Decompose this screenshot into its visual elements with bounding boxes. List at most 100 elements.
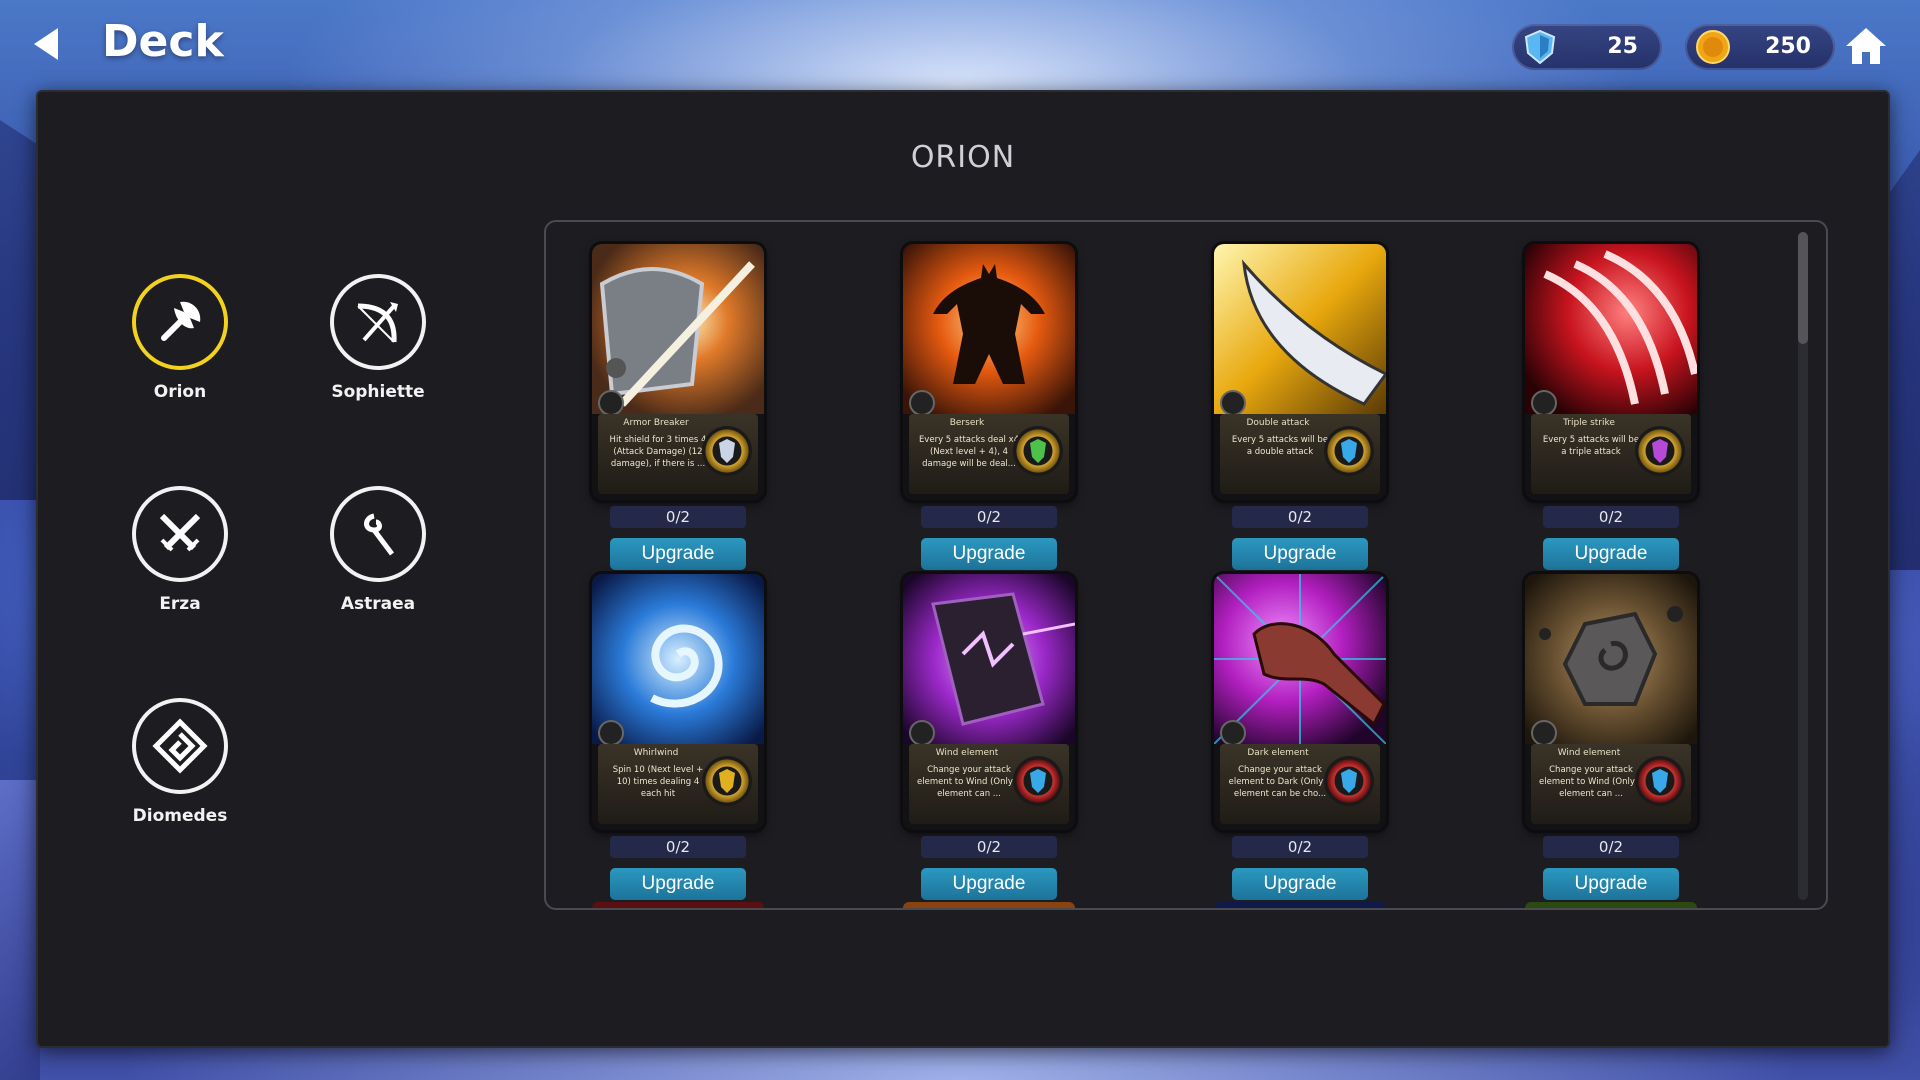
card-rank-icon [1531,390,1557,416]
coin-counter[interactable]: 250 [1685,24,1835,70]
upgrade-button[interactable]: Upgrade [1232,868,1368,900]
card-triple-strike[interactable]: Triple strike Every 5 attacks will be a … [1525,244,1697,500]
berserk-art [903,244,1075,414]
home-icon [1846,28,1886,64]
gem-counter[interactable]: 25 [1512,24,1662,70]
back-button[interactable] [28,24,64,64]
card-rank-icon [598,720,624,746]
card-description-box: Berserk Every 5 attacks deal x4 (Next le… [909,414,1069,494]
staff-icon [330,486,426,582]
hero-name: Sophiette [331,382,425,402]
hero-name: Diomedes [132,806,228,826]
crossed-swords-icon [132,486,228,582]
card-element-badge [1324,426,1374,476]
hero-name: Orion [153,382,207,402]
coin-amount: 250 [1765,34,1811,59]
deck-panel: ORION Orion Sophiette Erza Astraea Diome… [36,90,1890,1048]
card-next-row-peek [1214,902,1386,908]
wind-element-scroll-art [903,574,1075,744]
card-element-badge [1324,756,1374,806]
card-description: Change your attack element to Wind (Only… [917,765,1021,799]
page-title: Deck [102,16,224,67]
whirlwind-art [592,574,764,744]
selected-hero-title: ORION [910,140,1016,175]
hero-erza[interactable]: Erza [110,486,250,614]
gem-icon [1524,29,1556,65]
card-description: Every 5 attacks will be a triple attack [1542,435,1640,457]
card-progress: 0/2 [921,836,1057,858]
card-name: Whirlwind [633,748,679,758]
card-rank-icon [598,390,624,416]
card-description-box: Whirlwind Spin 10 (Next level + 10) time… [598,744,758,824]
card-description: Spin 10 (Next level + 10) times dealing … [612,765,704,799]
card-next-row-peek [903,902,1075,908]
card-name: Triple strike [1563,418,1615,428]
card-description: Every 5 attacks deal x4 (Next level + 4)… [918,435,1020,469]
home-button[interactable] [1844,24,1888,68]
card-element-badge [702,756,752,806]
axe-icon [132,274,228,370]
card-element-badge [702,426,752,476]
hero-orion[interactable]: Orion [110,274,250,402]
card-dark-element[interactable]: Dark element Change your attack element … [1214,574,1386,830]
bow-icon [330,274,426,370]
wind-element-rock-art [1525,574,1697,744]
card-double-attack[interactable]: Double attack Every 5 attacks will be a … [1214,244,1386,500]
card-berserk[interactable]: Berserk Every 5 attacks deal x4 (Next le… [903,244,1075,500]
hero-name: Astraea [340,594,416,614]
upgrade-button[interactable]: Upgrade [921,868,1057,900]
card-progress: 0/2 [1543,836,1679,858]
upgrade-button[interactable]: Upgrade [1543,868,1679,900]
card-grid[interactable]: Armor Breaker Hit shield for 3 times 4 (… [544,220,1828,910]
card-description: Change your attack element to Dark (Only… [1228,765,1332,799]
card-wind-element-rock[interactable]: Wind element Change your attack element … [1525,574,1697,830]
card-armor-breaker[interactable]: Armor Breaker Hit shield for 3 times 4 (… [592,244,764,500]
gem-amount: 25 [1607,34,1638,59]
card-element-badge [1013,756,1063,806]
dark-element-art [1214,574,1386,744]
card-wind-element-scroll[interactable]: Wind element Change your attack element … [903,574,1075,830]
card-name: Dark element [1247,748,1309,758]
card-grid-scrollbar[interactable] [1798,232,1808,900]
card-name: Wind element [935,748,999,758]
upgrade-button[interactable]: Upgrade [1232,538,1368,570]
card-description: Hit shield for 3 times 4 (Attack Damage)… [609,435,707,469]
card-name: Armor Breaker [623,418,689,428]
upgrade-button[interactable]: Upgrade [610,868,746,900]
card-name: Wind element [1557,748,1621,758]
card-description-box: Dark element Change your attack element … [1220,744,1380,824]
card-next-row-peek [592,902,764,908]
card-progress: 0/2 [1232,506,1368,528]
armor-breaker-art [592,244,764,414]
double-attack-art [1214,244,1386,414]
hero-diomedes[interactable]: Diomedes [110,698,250,826]
card-name: Double attack [1246,418,1310,428]
hero-astraea[interactable]: Astraea [308,486,448,614]
card-whirlwind[interactable]: Whirlwind Spin 10 (Next level + 10) time… [592,574,764,830]
card-progress: 0/2 [610,836,746,858]
upgrade-button[interactable]: Upgrade [610,538,746,570]
back-arrow-icon [34,28,58,60]
card-description-box: Wind element Change your attack element … [1531,744,1691,824]
card-rank-icon [909,390,935,416]
upgrade-button[interactable]: Upgrade [1543,538,1679,570]
card-element-badge [1635,426,1685,476]
card-name: Berserk [949,418,985,428]
card-description-box: Double attack Every 5 attacks will be a … [1220,414,1380,494]
card-progress: 0/2 [1232,836,1368,858]
scrollbar-thumb[interactable] [1798,232,1808,344]
card-next-row-peek [1525,902,1697,908]
card-description: Change your attack element to Wind (Only… [1539,765,1643,799]
hero-name: Erza [159,594,201,614]
card-description-box: Armor Breaker Hit shield for 3 times 4 (… [598,414,758,494]
coin-icon [1696,30,1730,64]
upgrade-button[interactable]: Upgrade [921,538,1057,570]
hero-sophiette[interactable]: Sophiette [308,274,448,402]
card-progress: 0/2 [1543,506,1679,528]
background-rock-bottom [0,780,40,1080]
triple-strike-art [1525,244,1697,414]
card-rank-icon [1220,390,1246,416]
card-rank-icon [909,720,935,746]
card-description: Every 5 attacks will be a double attack [1231,435,1329,457]
card-progress: 0/2 [921,506,1057,528]
